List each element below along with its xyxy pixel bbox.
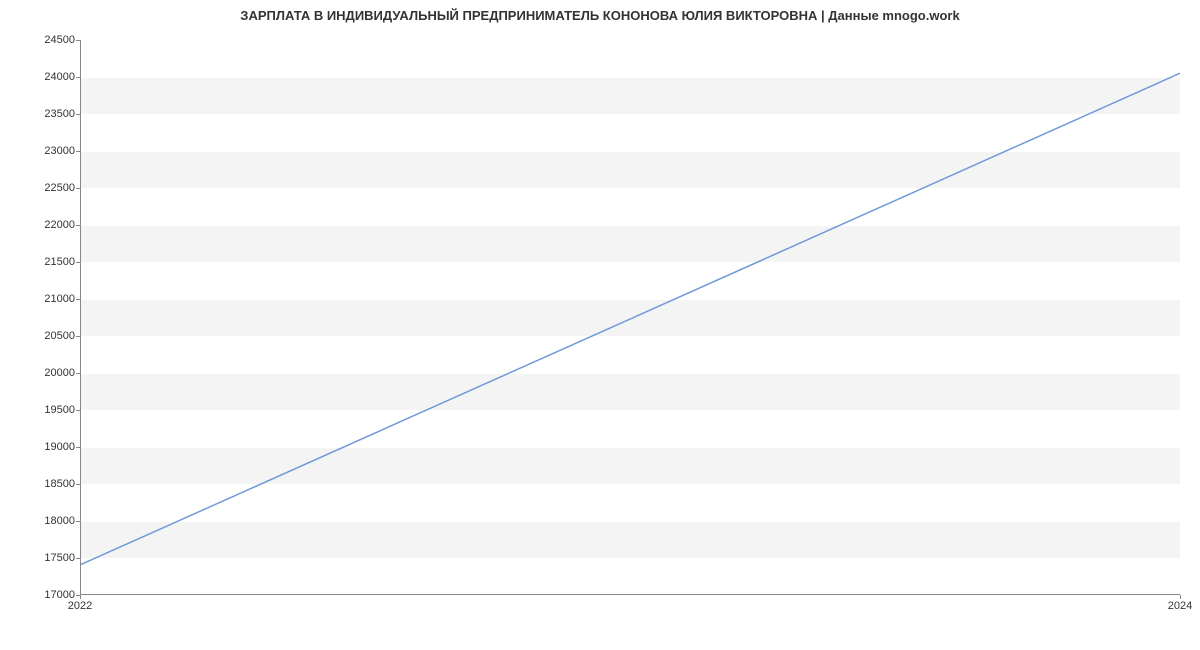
y-tick-label: 18500 <box>5 478 75 490</box>
y-tick-label: 18000 <box>5 515 75 527</box>
y-tick-label: 23500 <box>5 108 75 120</box>
plot-area <box>80 40 1180 595</box>
y-tick-label: 17500 <box>5 552 75 564</box>
y-tick-label: 20500 <box>5 330 75 342</box>
y-tick-label: 19000 <box>5 441 75 453</box>
y-tick-label: 22500 <box>5 182 75 194</box>
y-tick-label: 24500 <box>5 34 75 46</box>
y-tick-label: 21000 <box>5 293 75 305</box>
x-tick-label: 2024 <box>1168 600 1192 612</box>
y-tick-label: 23000 <box>5 145 75 157</box>
y-tick-label: 17000 <box>5 589 75 601</box>
chart-title: ЗАРПЛАТА В ИНДИВИДУАЛЬНЫЙ ПРЕДПРИНИМАТЕЛ… <box>0 8 1200 23</box>
y-tick-label: 19500 <box>5 404 75 416</box>
x-tick-mark <box>1180 595 1181 599</box>
y-tick-label: 21500 <box>5 256 75 268</box>
y-tick-label: 24000 <box>5 71 75 83</box>
x-tick-label: 2022 <box>68 600 92 612</box>
data-line <box>81 40 1180 594</box>
y-tick-label: 20000 <box>5 367 75 379</box>
x-tick-mark <box>80 595 81 599</box>
y-tick-label: 22000 <box>5 219 75 231</box>
chart-container: ЗАРПЛАТА В ИНДИВИДУАЛЬНЫЙ ПРЕДПРИНИМАТЕЛ… <box>0 0 1200 650</box>
